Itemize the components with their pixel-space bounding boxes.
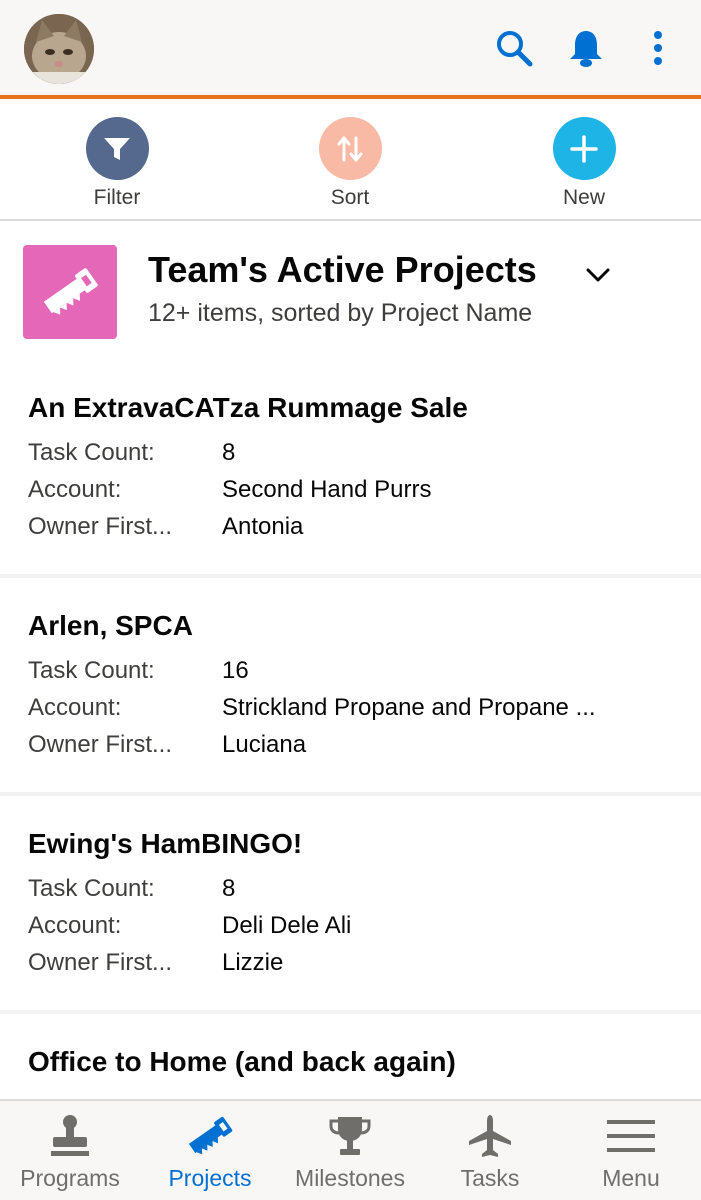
task-count-label: Task Count: bbox=[28, 657, 155, 684]
account-label: Account: bbox=[28, 694, 122, 721]
task-count-value: 8 bbox=[222, 439, 236, 466]
tab-tasks[interactable]: Tasks bbox=[420, 1101, 560, 1200]
owner-value: Luciana bbox=[222, 731, 307, 758]
account-label: Account: bbox=[28, 912, 122, 939]
owner-value: Lizzie bbox=[222, 949, 284, 976]
account-label: Account: bbox=[28, 476, 122, 503]
stamp-icon bbox=[45, 1111, 95, 1161]
tab-label: Tasks bbox=[460, 1165, 520, 1191]
trophy-icon bbox=[325, 1111, 375, 1161]
account-row: Account: Strickland Propane and Propane .… bbox=[28, 694, 596, 722]
app-header bbox=[0, 0, 701, 99]
record-name[interactable]: Ewing's HamBINGO! bbox=[28, 828, 302, 860]
filter-icon bbox=[85, 117, 149, 180]
account-value: Strickland Propane and Propane ... bbox=[222, 694, 596, 721]
hamburger-menu-icon bbox=[606, 1111, 656, 1161]
task-count-row: Task Count: 8 bbox=[28, 875, 235, 903]
record-name[interactable]: Arlen, SPCA bbox=[28, 610, 193, 642]
owner-row: Owner First... Antonia bbox=[28, 513, 303, 541]
tab-label: Projects bbox=[168, 1165, 252, 1191]
new-button[interactable]: New bbox=[524, 117, 644, 210]
task-count-label: Task Count: bbox=[28, 439, 155, 466]
task-count-row: Task Count: 16 bbox=[28, 657, 249, 685]
sort-button[interactable]: Sort bbox=[290, 117, 410, 210]
task-count-value: 8 bbox=[222, 875, 236, 902]
action-bar: Filter Sort New bbox=[0, 103, 701, 221]
tab-label: Milestones bbox=[295, 1165, 405, 1191]
task-count-value: 16 bbox=[222, 657, 249, 684]
sort-icon bbox=[318, 117, 382, 180]
chevron-down-icon[interactable] bbox=[584, 261, 612, 289]
filter-label: Filter bbox=[93, 186, 141, 209]
record-name[interactable]: An ExtravaCATza Rummage Sale bbox=[28, 392, 468, 424]
sort-label: Sort bbox=[330, 186, 370, 209]
saw-icon bbox=[23, 245, 117, 339]
notifications-bell-icon[interactable] bbox=[566, 28, 606, 68]
tab-label: Programs bbox=[20, 1165, 120, 1191]
search-icon[interactable] bbox=[494, 28, 534, 68]
list-item[interactable]: An ExtravaCATza Rummage Sale Task Count:… bbox=[0, 370, 701, 578]
task-count-row: Task Count: 8 bbox=[28, 439, 235, 467]
plus-icon bbox=[552, 117, 616, 180]
more-options-icon[interactable] bbox=[638, 28, 678, 68]
task-count-label: Task Count: bbox=[28, 875, 155, 902]
tab-menu[interactable]: Menu bbox=[561, 1101, 701, 1200]
bottom-navigation: Programs Projects Milestones Tasks Menu bbox=[0, 1099, 701, 1200]
tab-projects[interactable]: Projects bbox=[140, 1101, 280, 1200]
owner-row: Owner First... Luciana bbox=[28, 731, 306, 759]
record-name[interactable]: Office to Home (and back again) bbox=[28, 1046, 456, 1078]
tab-milestones[interactable]: Milestones bbox=[280, 1101, 420, 1200]
list-item[interactable]: Arlen, SPCA Task Count: 16 Account: Strick… bbox=[0, 588, 701, 796]
airplane-icon bbox=[465, 1111, 515, 1161]
account-row: Account: Second Hand Purrs bbox=[28, 476, 431, 504]
list-view-title[interactable]: Team's Active Projects bbox=[148, 249, 537, 291]
tab-programs[interactable]: Programs bbox=[0, 1101, 140, 1200]
owner-value: Antonia bbox=[222, 513, 304, 540]
account-value: Second Hand Purrs bbox=[222, 476, 432, 503]
owner-label: Owner First... bbox=[28, 513, 173, 540]
new-label: New bbox=[562, 186, 605, 209]
owner-row: Owner First... Lizzie bbox=[28, 949, 283, 977]
list-view-subtitle: 12+ items, sorted by Project Name bbox=[148, 299, 533, 327]
saw-icon bbox=[185, 1111, 235, 1161]
tab-label: Menu bbox=[602, 1165, 660, 1191]
filter-button[interactable]: Filter bbox=[57, 117, 177, 210]
account-value: Deli Dele Ali bbox=[222, 912, 352, 939]
owner-label: Owner First... bbox=[28, 949, 173, 976]
user-avatar[interactable] bbox=[24, 14, 94, 84]
list-item[interactable]: Ewing's HamBINGO! Task Count: 8 Account: D… bbox=[0, 806, 701, 1014]
account-row: Account: Deli Dele Ali bbox=[28, 912, 351, 940]
list-view-header: Team's Active Projects 12+ items, sorted… bbox=[0, 223, 701, 353]
owner-label: Owner First... bbox=[28, 731, 173, 758]
